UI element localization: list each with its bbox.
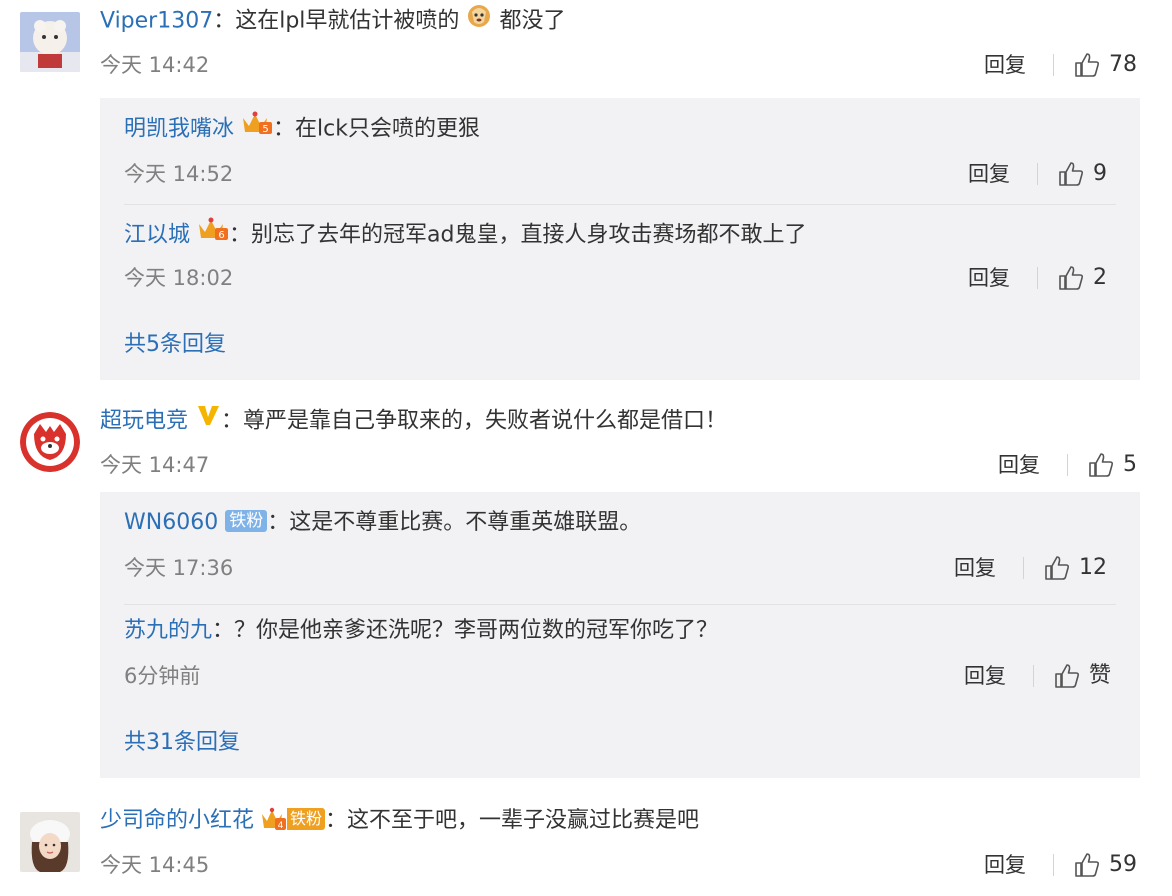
crown-level-icon: 4 xyxy=(262,807,287,831)
emoji-doge-icon xyxy=(466,2,492,37)
timestamp: 今天 14:45 xyxy=(100,853,210,877)
colon: ： xyxy=(221,408,244,434)
reply-line: WN6060 铁粉 ：这是不尊重比赛。不尊重英雄联盟。 xyxy=(124,508,641,538)
crown-level-icon: 5 xyxy=(241,110,273,145)
timestamp: 今天 18:02 xyxy=(124,266,234,290)
colon: ： xyxy=(267,510,290,535)
svg-text:6: 6 xyxy=(218,230,224,241)
comment-text-tail: 都没了 xyxy=(499,8,566,34)
like-count: 9 xyxy=(1093,161,1107,186)
thumbs-up-icon xyxy=(1055,664,1080,688)
thumbs-up-icon xyxy=(1059,266,1084,290)
like-button[interactable]: 78 xyxy=(1073,51,1137,79)
svg-text:4: 4 xyxy=(278,821,284,831)
reply-button[interactable]: 回复 xyxy=(964,662,1006,690)
comment-line: 超玩电竞 ：尊严是靠自己争取来的，失败者说什么都是借口！ xyxy=(100,404,727,439)
view-more-replies-link[interactable]: 共5条回复 xyxy=(124,330,226,360)
verified-v-icon xyxy=(195,402,221,437)
username-link[interactable]: Viper1307 xyxy=(100,9,213,34)
divider xyxy=(1033,665,1034,687)
colon: ： xyxy=(273,116,296,142)
colon: ： xyxy=(213,8,236,34)
timestamp: 今天 14:47 xyxy=(100,453,210,477)
colon: ： xyxy=(325,808,348,833)
reply-line: 明凯我嘴冰 5 ：在lck只会喷的更狠 xyxy=(124,110,480,147)
thumbs-up-icon xyxy=(1075,53,1100,77)
timestamp: 6分钟前 xyxy=(124,664,201,688)
divider xyxy=(1037,163,1038,185)
fan-level-badge: 4 铁粉 xyxy=(261,806,326,832)
divider xyxy=(1037,267,1038,289)
timestamp: 今天 17:36 xyxy=(124,556,234,580)
timestamp: 今天 14:42 xyxy=(100,53,210,77)
divider xyxy=(1067,454,1068,476)
comment-text: 尊严是靠自己争取来的，失败者说什么都是借口！ xyxy=(243,408,728,434)
username-link[interactable]: 苏九的九 xyxy=(124,618,212,643)
reply-button[interactable]: 回复 xyxy=(998,451,1040,479)
view-more-replies-link[interactable]: 共31条回复 xyxy=(124,728,240,758)
thumbs-up-icon xyxy=(1075,853,1100,877)
crown-level-icon: 6 xyxy=(197,216,229,251)
like-count: 78 xyxy=(1109,52,1137,77)
thumbs-up-icon xyxy=(1089,453,1114,477)
username-link[interactable]: 少司命的小红花 xyxy=(100,808,254,833)
fan-badge: 铁粉 xyxy=(225,510,268,532)
reply-button[interactable]: 回复 xyxy=(984,851,1026,879)
avatar[interactable] xyxy=(20,12,80,72)
reply-thread: 明凯我嘴冰 5 ：在lck只会喷的更狠 今天 14:52 回复 9 江以城 6 … xyxy=(100,98,1140,380)
timestamp: 今天 14:52 xyxy=(124,162,234,186)
reply-line: 苏九的九：？你是他亲爹还洗呢？李哥两位数的冠军你吃了？ xyxy=(124,616,718,646)
like-button[interactable]: 2 xyxy=(1057,264,1107,292)
like-button[interactable]: 59 xyxy=(1073,851,1137,879)
thumbs-up-icon xyxy=(1045,556,1070,580)
like-button[interactable]: 赞 xyxy=(1053,662,1111,690)
like-button[interactable]: 9 xyxy=(1057,160,1107,188)
avatar[interactable] xyxy=(20,412,80,472)
reply-text: ？你是他亲爹还洗呢？李哥两位数的冠军你吃了？ xyxy=(234,618,719,643)
fan-badge: 铁粉 xyxy=(287,808,326,830)
reply-thread: WN6060 铁粉 ：这是不尊重比赛。不尊重英雄联盟。 今天 17:36 回复 1… xyxy=(100,492,1140,778)
svg-text:5: 5 xyxy=(262,124,268,135)
comment-line: Viper1307：这在lpl早就估计被喷的 都没了 xyxy=(100,4,565,39)
divider xyxy=(1053,54,1054,76)
reply-button[interactable]: 回复 xyxy=(954,554,996,582)
reply-line: 江以城 6 ：别忘了去年的冠军ad鬼皇，直接人身攻击赛场都不敢上了 xyxy=(124,216,807,253)
like-count: 12 xyxy=(1079,555,1107,580)
like-count: 59 xyxy=(1109,852,1137,877)
reply-button[interactable]: 回复 xyxy=(984,51,1026,79)
like-button[interactable]: 12 xyxy=(1043,554,1107,582)
username-link[interactable]: WN6060 xyxy=(124,510,218,535)
like-count: 2 xyxy=(1093,265,1107,290)
comment-text: 这在lpl早就估计被喷的 xyxy=(235,8,460,34)
divider xyxy=(1023,557,1024,579)
username-link[interactable]: 江以城 xyxy=(124,223,190,248)
comment-text: 这不至于吧，一辈子没赢过比赛是吧 xyxy=(347,808,700,833)
reply-text: 在lck只会喷的更狠 xyxy=(295,116,480,142)
like-button[interactable]: 5 xyxy=(1087,451,1137,479)
reply-divider xyxy=(124,204,1116,205)
colon: ： xyxy=(212,618,235,643)
thumbs-up-icon xyxy=(1059,162,1084,186)
username-link[interactable]: 超玩电竞 xyxy=(100,409,188,434)
colon: ： xyxy=(229,222,252,248)
like-label: 赞 xyxy=(1089,663,1112,688)
reply-text: 别忘了去年的冠军ad鬼皇，直接人身攻击赛场都不敢上了 xyxy=(251,222,807,248)
username-link[interactable]: 明凯我嘴冰 xyxy=(124,117,234,142)
divider xyxy=(1053,854,1054,876)
reply-button[interactable]: 回复 xyxy=(968,160,1010,188)
reply-divider xyxy=(124,604,1116,605)
reply-button[interactable]: 回复 xyxy=(968,264,1010,292)
like-count: 5 xyxy=(1123,452,1137,477)
reply-text: 这是不尊重比赛。不尊重英雄联盟。 xyxy=(289,510,642,535)
avatar[interactable] xyxy=(20,812,80,872)
comment-line: 少司命的小红花 4 铁粉 ：这不至于吧，一辈子没赢过比赛是吧 xyxy=(100,806,699,836)
